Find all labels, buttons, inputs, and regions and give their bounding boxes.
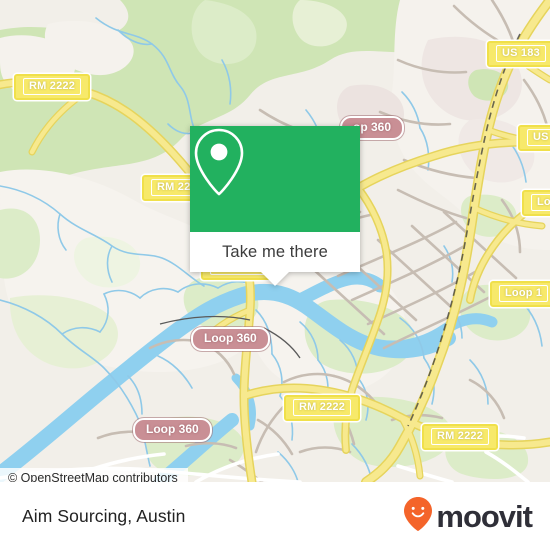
map-label-us-183-ne[interactable]: US 183 xyxy=(487,41,550,67)
map-label-loop-1-e[interactable]: Loop 1 xyxy=(490,281,550,307)
moovit-logo[interactable]: moovit xyxy=(404,496,533,536)
popup-action[interactable]: Take me there xyxy=(190,232,360,272)
map-label-rm-2222-sse[interactable]: RM 2222 xyxy=(422,424,499,450)
page-title: Aim Sourcing, Austin xyxy=(22,505,186,526)
map-label-loop-360-sw[interactable]: Loop 360 xyxy=(133,418,212,442)
popup-action-label: Take me there xyxy=(222,242,328,261)
destination-popup[interactable]: Take me there xyxy=(190,126,360,286)
map-label-us-183-e[interactable]: US 18 xyxy=(518,125,550,151)
popup-header xyxy=(190,126,360,232)
popup-pointer xyxy=(261,272,289,286)
map-screenshot: RM 2222 RM 222 RM 2222 RM 2222 RM 2222 U… xyxy=(0,0,550,550)
map-label-loop-360-mid[interactable]: Loop 360 xyxy=(191,327,270,351)
map-label-rm-2222-se[interactable]: RM 2222 xyxy=(284,395,361,421)
map-label-loop-e[interactable]: Loop xyxy=(522,190,550,216)
map-canvas[interactable]: RM 2222 RM 222 RM 2222 RM 2222 RM 2222 U… xyxy=(0,0,550,482)
map-attribution[interactable]: © OpenStreetMap contributors xyxy=(0,468,188,482)
moovit-wordmark: moovit xyxy=(436,498,533,534)
moovit-smiley-pin-icon xyxy=(404,496,433,536)
footer-bar: Aim Sourcing, Austin moovit xyxy=(0,482,550,550)
map-label-rm-2222-nw[interactable]: RM 2222 xyxy=(14,74,91,100)
